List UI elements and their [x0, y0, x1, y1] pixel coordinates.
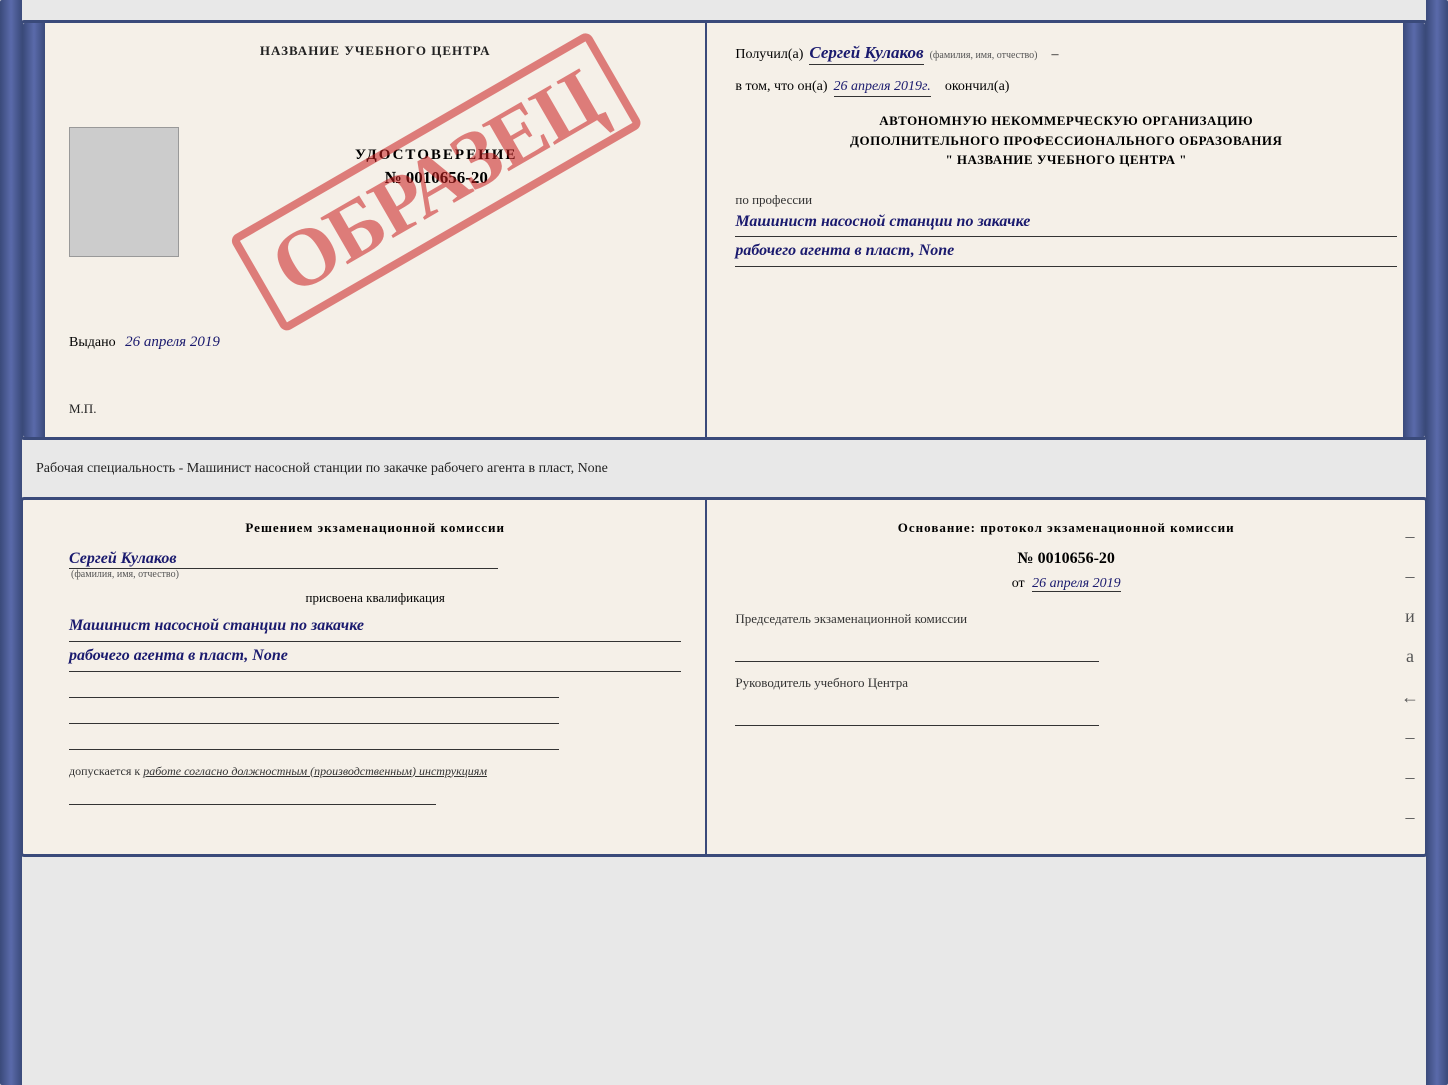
qualification2: рабочего агента в пласт, None — [69, 642, 681, 672]
issued-label: Выдано — [69, 335, 116, 350]
chair-block: Председатель экзаменационной комиссии — [735, 610, 1397, 662]
profession-value2: рабочего агента в пласт, None — [735, 237, 1397, 267]
head-sig-line — [735, 708, 1099, 726]
org-line3: " НАЗВАНИЕ УЧЕБНОГО ЦЕНТРА " — [735, 150, 1397, 170]
blank-line-bottom — [69, 785, 436, 805]
blank-line-2 — [69, 704, 559, 724]
recipient-line: Получил(а) Сергей Кулаков (фамилия, имя,… — [735, 43, 1397, 65]
date-label: в том, что он(а) — [735, 79, 827, 95]
date-line: в том, что он(а) 26 апреля 2019г. окончи… — [735, 79, 1397, 97]
issued-date: 26 апреля 2019 — [125, 334, 220, 350]
date-value: 26 апреля 2019г. — [834, 79, 931, 97]
recipient-label: Получил(а) — [735, 47, 803, 63]
name-hint-bottom: (фамилия, имя, отчество) — [71, 569, 681, 580]
org-block: АВТОНОМНУЮ НЕКОММЕРЧЕСКУЮ ОРГАНИЗАЦИЮ ДО… — [735, 111, 1397, 170]
basis-title: Основание: протокол экзаменационной коми… — [735, 520, 1397, 536]
allowed-label: допускается к — [69, 764, 140, 778]
recipient-hint: (фамилия, имя, отчество) — [930, 50, 1038, 61]
mp-label: М.П. — [69, 401, 681, 417]
org-line2: ДОПОЛНИТЕЛЬНОГО ПРОФЕССИОНАЛЬНОГО ОБРАЗО… — [735, 131, 1397, 151]
org-line1: АВТОНОМНУЮ НЕКОММЕРЧЕСКУЮ ОРГАНИЗАЦИЮ — [735, 111, 1397, 131]
specialty-text: Рабочая специальность - Машинист насосно… — [36, 458, 1412, 479]
protocol-number: № 0010656-20 — [735, 550, 1397, 568]
bottom-left-panel: Решением экзаменационной комиссии Сергей… — [45, 500, 707, 854]
bottom-document: Решением экзаменационной комиссии Сергей… — [20, 497, 1428, 857]
chair-title: Председатель экзаменационной комиссии — [735, 610, 1397, 628]
allowed-work-value: работе согласно должностным (производств… — [143, 764, 487, 778]
top-right-panel: Получил(а) Сергей Кулаков (фамилия, имя,… — [707, 23, 1425, 437]
from-label: от — [1012, 576, 1025, 591]
school-name-top: НАЗВАНИЕ УЧЕБНОГО ЦЕНТРА — [69, 43, 681, 59]
assigned-label: присвоена квалификация — [69, 590, 681, 606]
blank-line-1 — [69, 678, 559, 698]
commission-title: Решением экзаменационной комиссии — [69, 520, 681, 536]
protocol-date: от 26 апреля 2019 — [735, 576, 1397, 592]
issued-line: Выдано 26 апреля 2019 — [69, 334, 681, 351]
qualification1: Машинист насосной станции по закачке — [69, 612, 681, 642]
bottom-spine-right — [1426, 0, 1448, 1085]
page-wrapper: НАЗВАНИЕ УЧЕБНОГО ЦЕНТРА ОБРАЗЕЦ УДОСТОВ… — [20, 20, 1428, 857]
finished-label: окончил(а) — [945, 79, 1010, 95]
person-name-bottom: Сергей Кулаков — [69, 550, 498, 569]
bottom-spine-left — [0, 0, 22, 1085]
cert-label: УДОСТОВЕРЕНИЕ — [191, 147, 681, 164]
photo-placeholder — [69, 127, 179, 257]
cert-number: № 0010656-20 — [191, 168, 681, 188]
bottom-right-dashes: ––иа←––– — [1401, 500, 1419, 854]
protocol-date-value: 26 апреля 2019 — [1032, 576, 1120, 592]
top-left-panel: НАЗВАНИЕ УЧЕБНОГО ЦЕНТРА ОБРАЗЕЦ УДОСТОВ… — [45, 23, 707, 437]
top-document: НАЗВАНИЕ УЧЕБНОГО ЦЕНТРА ОБРАЗЕЦ УДОСТОВ… — [20, 20, 1428, 440]
chair-sig-line — [735, 644, 1099, 662]
profession-label: по профессии — [735, 192, 1397, 208]
head-title: Руководитель учебного Центра — [735, 674, 1397, 692]
blank-line-3 — [69, 730, 559, 750]
bottom-right-panel: Основание: протокол экзаменационной коми… — [707, 500, 1425, 854]
recipient-name: Сергей Кулаков — [809, 43, 923, 65]
dash1: – — [1051, 47, 1058, 63]
allowed-work: допускается к работе согласно должностны… — [69, 764, 681, 779]
profession-value1: Машинист насосной станции по закачке — [735, 208, 1397, 238]
spine-right — [1403, 23, 1425, 437]
spine-left — [23, 23, 45, 437]
head-block: Руководитель учебного Центра — [735, 674, 1397, 726]
